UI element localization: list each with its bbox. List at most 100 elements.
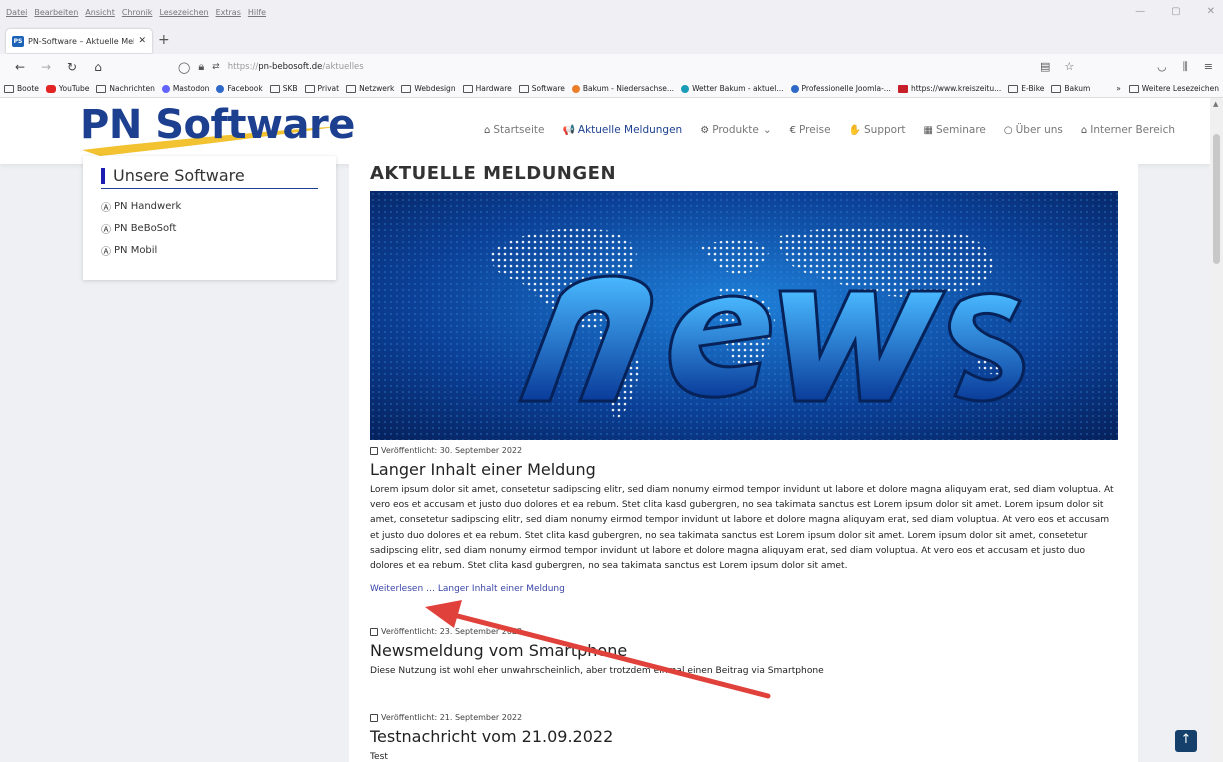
lock-icon[interactable]: 🔒︎ — [198, 60, 204, 74]
menu-item-ansicht[interactable]: Ansicht — [85, 8, 115, 17]
bookmark-item[interactable]: Bakum - Niedersachse... — [571, 84, 674, 93]
other-bookmarks-label[interactable]: Weitere Lesezeichen — [1142, 84, 1219, 93]
bookmark-label: Software — [531, 84, 565, 93]
publish-date: Veröffentlicht: 23. September 2022 — [370, 627, 1118, 636]
pocket-icon[interactable]: ◡ — [1157, 60, 1167, 74]
bookmark-item[interactable]: https://www.kreiszeitu... — [897, 84, 1002, 93]
heading-accent-bar — [101, 167, 105, 184]
bookmark-favicon-icon — [571, 84, 580, 93]
calendar-icon — [370, 446, 378, 455]
close-window-icon[interactable]: ✕ — [1207, 6, 1215, 17]
nav-item-über-uns[interactable]: ○ Über uns — [1004, 124, 1063, 136]
app-store-icon: Ⓐ — [101, 225, 111, 236]
page-title: AKTUELLE MELDUNGEN — [370, 163, 617, 184]
sidebar-software: Unsere Software Ⓐ PN Handwerk Ⓐ PN BeBoSoft… — [83, 156, 336, 280]
sidebar-item[interactable]: Ⓐ PN Mobil — [101, 243, 318, 258]
nav-item-produkte[interactable]: ⚙ Produkte ⌄ — [700, 124, 771, 136]
reader-view-icon[interactable]: ▤ — [1040, 60, 1050, 73]
url-bar[interactable]: ◯ 🔒︎ ⇄ https://pn-bebosoft.de/aktuelles — [178, 57, 1083, 77]
scrollbar-thumb[interactable] — [1213, 134, 1220, 264]
bookmark-item[interactable]: Privat — [304, 84, 339, 93]
minimize-icon[interactable]: — — [1135, 6, 1145, 17]
menu-item-bearbeiten[interactable]: Bearbeiten — [34, 8, 78, 17]
folder-icon — [346, 84, 357, 93]
nav-item-seminare[interactable]: ▦ Seminare — [924, 124, 986, 136]
bookmark-item[interactable]: Bakum — [1051, 84, 1090, 93]
nav-label: Über uns — [1015, 124, 1063, 136]
publish-date: Veröffentlicht: 21. September 2022 — [370, 713, 1118, 722]
maximize-icon[interactable]: ▢ — [1171, 6, 1180, 17]
bookmark-item[interactable]: Wetter Bakum - aktuel... — [681, 84, 784, 93]
new-tab-icon[interactable]: + — [158, 32, 170, 48]
menu-item-chronik[interactable]: Chronik — [122, 8, 153, 17]
nav-item-aktuelle-meldungen[interactable]: 📢 Aktuelle Meldungen — [562, 124, 682, 136]
bookmark-item[interactable]: YouTube — [45, 84, 90, 93]
bookmark-item[interactable]: Software — [518, 84, 565, 93]
calendar-icon — [370, 713, 378, 722]
app-store-icon: Ⓐ — [101, 247, 111, 258]
back-icon[interactable]: ← — [14, 60, 26, 74]
chevron-overflow-icon[interactable]: » — [1116, 84, 1121, 93]
bookmark-item[interactable]: SKB — [269, 84, 298, 93]
permissions-icon[interactable]: ⇄ — [212, 62, 220, 72]
bookmark-label: https://www.kreiszeitu... — [910, 84, 1002, 93]
article-title[interactable]: Langer Inhalt einer Meldung — [370, 460, 1118, 479]
nav-label: Interner Bereich — [1090, 124, 1176, 136]
back-to-top-button[interactable]: ↑ — [1175, 730, 1197, 752]
bookmark-item[interactable]: Professionelle Joomla-... — [790, 84, 891, 93]
page-scrollbar[interactable]: ▲ — [1210, 98, 1223, 762]
folder-icon — [96, 84, 107, 93]
site-header: PN Software ⌂ Startseite 📢 Aktuelle Meldung… — [0, 98, 1210, 164]
folder-icon — [1008, 84, 1019, 93]
nav-item-support[interactable]: ✋ Support — [849, 124, 906, 136]
folder-icon — [1128, 84, 1139, 93]
bookmarks-overflow[interactable]: » Weitere Lesezeichen — [1116, 84, 1219, 93]
nav-item-preise[interactable]: € Preise — [790, 124, 831, 136]
nav-item-startseite[interactable]: ⌂ Startseite — [484, 124, 544, 136]
nav-label: Seminare — [935, 124, 986, 136]
close-tab-icon[interactable]: ✕ — [138, 36, 146, 46]
sidebar-item[interactable]: Ⓐ PN Handwerk — [101, 199, 318, 214]
menu-item-extras[interactable]: Extras — [216, 8, 241, 17]
article-title[interactable]: Testnachricht vom 21.09.2022 — [370, 727, 1118, 746]
url-text[interactable]: https://pn-bebosoft.de/aktuelles — [228, 62, 364, 72]
news-hero-image — [370, 191, 1118, 440]
tab-active[interactable]: PS PN-Software – Aktuelle Meldun ✕ — [6, 29, 152, 53]
bookmark-item[interactable]: Facebook — [216, 84, 263, 93]
bookmark-item[interactable]: Webdesign — [401, 84, 456, 93]
article-title[interactable]: Newsmeldung vom Smartphone — [370, 641, 1118, 660]
bookmark-item[interactable]: Netzwerk — [346, 84, 394, 93]
menu-item-datei[interactable]: Datei — [6, 8, 27, 17]
forward-icon[interactable]: → — [40, 60, 52, 74]
cog-icon: ⚙ — [700, 124, 710, 136]
article-body: Diese Nutzung ist wohl eher unwahrschein… — [370, 666, 824, 676]
bookmark-label: YouTube — [58, 84, 90, 93]
site-logo[interactable]: PN Software — [80, 102, 355, 158]
sidebar-item[interactable]: Ⓐ PN BeBoSoft — [101, 221, 318, 236]
read-more-link[interactable]: Weiterlesen … Langer Inhalt einer Meldun… — [370, 584, 1118, 594]
bookmark-item[interactable]: Hardware — [462, 84, 512, 93]
reload-icon[interactable]: ↻ — [66, 60, 78, 74]
nav-label: Support — [864, 124, 906, 136]
library-icon[interactable]: ⫼ — [1183, 60, 1188, 74]
folder-icon — [518, 84, 529, 93]
tab-title: PN-Software – Aktuelle Meldun — [28, 36, 135, 46]
bookmark-item[interactable]: Mastodon — [161, 84, 209, 93]
bookmark-favicon-icon — [161, 84, 170, 93]
bookmark-item[interactable]: E-Bike — [1008, 84, 1044, 93]
shield-icon[interactable]: ◯ — [178, 61, 190, 74]
scroll-up-icon[interactable]: ▲ — [1213, 100, 1218, 108]
home-button-icon[interactable]: ⌂ — [92, 60, 104, 74]
navigation-toolbar: ← → ↻ ⌂ ◯ 🔒︎ ⇄ https://pn-bebosoft.de/ak… — [0, 54, 1223, 80]
nav-item-interner-bereich[interactable]: ⌂ Interner Bereich — [1081, 124, 1175, 136]
hamburger-menu-icon[interactable]: ≡ — [1204, 60, 1213, 74]
menu-item-hilfe[interactable]: Hilfe — [248, 8, 266, 17]
article-body: Test — [370, 752, 388, 762]
bookmark-item[interactable]: Boote — [4, 84, 39, 93]
bookmark-favicon-icon — [790, 84, 799, 93]
bookmark-label: Facebook — [227, 84, 263, 93]
tab-strip: PS PN-Software – Aktuelle Meldun ✕ + — [0, 24, 1223, 54]
bookmark-star-icon[interactable]: ☆ — [1064, 60, 1074, 73]
bookmark-item[interactable]: Nachrichten — [96, 84, 155, 93]
menu-item-lesezeichen[interactable]: Lesezeichen — [159, 8, 208, 17]
